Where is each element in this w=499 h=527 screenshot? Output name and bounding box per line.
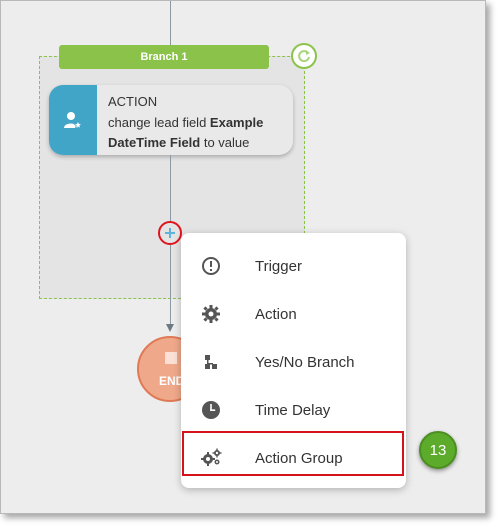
menu-item-trigger[interactable]: Trigger (181, 242, 406, 290)
step-number: 13 (429, 441, 447, 459)
add-step-button[interactable] (158, 221, 182, 245)
alert-circle-icon (181, 256, 239, 276)
action-card[interactable]: ACTION change lead field Example DateTim… (49, 85, 293, 155)
connector-bottom (170, 245, 171, 325)
gear-icon (181, 304, 239, 324)
gears-icon (181, 448, 239, 468)
connector-middle (170, 155, 171, 221)
stop-icon (165, 352, 177, 364)
refresh-icon[interactable] (291, 43, 317, 69)
menu-item-label: Action (255, 305, 297, 323)
workflow-canvas: Branch 1 ACTION change lead field Exampl… (0, 0, 486, 514)
menu-item-action-group[interactable]: Action Group (181, 434, 406, 482)
menu-item-label: Trigger (255, 257, 302, 275)
menu-item-label: Time Delay (255, 401, 331, 419)
action-description: change lead field Example DateTime Field… (108, 115, 264, 150)
menu-item-action[interactable]: Action (181, 290, 406, 338)
clock-icon (181, 400, 239, 420)
branch-label[interactable]: Branch 1 (59, 45, 269, 69)
connector-arrow-end (166, 324, 174, 332)
branch-icon (181, 354, 239, 370)
menu-item-label: Yes/No Branch (255, 353, 355, 371)
menu-item-yes-no-branch[interactable]: Yes/No Branch (181, 338, 406, 386)
plus-icon (165, 228, 175, 238)
menu-item-label: Action Group (255, 449, 343, 467)
menu-item-time-delay[interactable]: Time Delay (181, 386, 406, 434)
step-badge: 13 (419, 431, 457, 469)
add-step-menu: Trigger Action Yes/No Branch Time Delay … (181, 233, 406, 488)
branch-label-text: Branch 1 (140, 51, 188, 63)
user-star-icon (49, 85, 97, 155)
action-title: ACTION (108, 94, 158, 109)
